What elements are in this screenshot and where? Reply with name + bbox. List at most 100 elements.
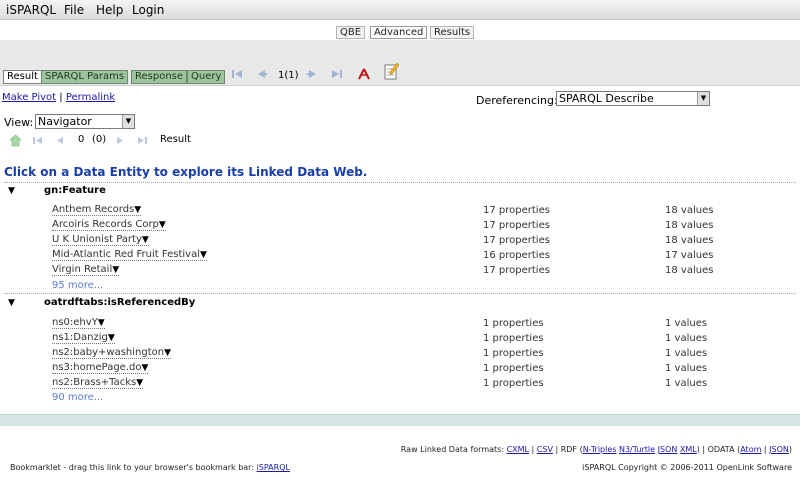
links-row: Make Pivot | Permalink: [2, 92, 115, 103]
entity-properties: 1 properties: [483, 363, 544, 374]
entity-values: 1 values: [665, 378, 708, 389]
graph-icon[interactable]: [357, 67, 371, 81]
entity-link[interactable]: Anthem Records▼: [52, 204, 142, 216]
entity-link[interactable]: ns1:Danzig▼: [52, 332, 115, 344]
entity-link[interactable]: Arcoiris Records Corp▼: [52, 219, 166, 231]
menu-app[interactable]: iSPARQL: [6, 3, 56, 17]
dereferencing-label: Dereferencing:: [476, 94, 558, 107]
entity-link[interactable]: ns0:ehvY▼: [52, 317, 105, 329]
csv-link[interactable]: CSV: [537, 445, 553, 454]
menu-help[interactable]: Help: [96, 3, 123, 17]
more-link[interactable]: 90 more...: [52, 392, 103, 403]
first-result-icon[interactable]: [31, 134, 44, 147]
result-index: 0: [78, 134, 85, 145]
tab-response[interactable]: Response: [131, 70, 188, 84]
raw-formats-row: Raw Linked Data formats: CXML | CSV | RD…: [401, 445, 792, 454]
entity-properties: 1 properties: [483, 348, 544, 359]
bookmarklet-link[interactable]: iSPARQL: [257, 463, 290, 472]
dereferencing-value: SPARQL Describe: [559, 92, 654, 105]
entity-link[interactable]: Mid-Atlantic Red Fruit Festival▼: [52, 249, 207, 261]
chevron-down-icon: ▼: [697, 92, 709, 105]
entity-name: ns2:Brass+Tacks: [52, 377, 137, 388]
bookmarklet-row: Bookmarklet - drag this link to your bro…: [10, 463, 290, 472]
permalink-link[interactable]: Permalink: [66, 92, 115, 103]
entity-name: Virgin Retail: [52, 264, 113, 275]
entity-values: 18 values: [665, 220, 714, 231]
view-select[interactable]: Navigator ▼: [35, 114, 135, 129]
json-link[interactable]: JSON: [658, 445, 678, 454]
dropdown-icon[interactable]: ▼: [136, 378, 143, 388]
entity-link[interactable]: ns2:baby+washington▼: [52, 347, 172, 359]
view-label: View:: [4, 116, 34, 129]
tab-query[interactable]: Query: [187, 70, 226, 84]
tab-sparql-params[interactable]: SPARQL Params: [41, 70, 129, 84]
page-count: 1(1): [278, 70, 299, 81]
cxml-link[interactable]: CXML: [507, 445, 529, 454]
prev-page-icon[interactable]: [254, 67, 268, 81]
entity-properties: 16 properties: [483, 250, 550, 261]
entity-values: 1 values: [665, 318, 708, 329]
result-label: Result: [160, 134, 191, 145]
group-header-gn-feature[interactable]: ▼ gn:Feature: [8, 185, 106, 196]
entity-values: 1 values: [665, 363, 708, 374]
last-result-icon[interactable]: [136, 134, 149, 147]
group-header-is-referenced-by[interactable]: ▼ oatrdftabs:isReferencedBy: [8, 297, 195, 308]
xml-link[interactable]: XML: [680, 445, 697, 454]
bookmarklet-text: Bookmarklet - drag this link to your bro…: [10, 463, 255, 472]
entity-properties: 17 properties: [483, 235, 550, 246]
entity-name: ns0:ehvY: [52, 317, 98, 328]
atom-link[interactable]: Atom: [740, 445, 761, 454]
menu-login[interactable]: Login: [132, 3, 164, 17]
home-icon[interactable]: [9, 134, 22, 147]
entity-values: 18 values: [665, 265, 714, 276]
page-headline: Click on a Data Entity to explore its Li…: [4, 165, 368, 179]
entity-properties: 1 properties: [483, 333, 544, 344]
dropdown-icon[interactable]: ▼: [112, 265, 119, 275]
next-result-icon[interactable]: [114, 134, 127, 147]
edit-icon[interactable]: [384, 62, 400, 80]
entity-name: ns3:homePage.do: [52, 362, 142, 373]
link-separator: |: [59, 92, 63, 103]
dropdown-icon[interactable]: ▼: [141, 363, 148, 373]
ntriples-link[interactable]: N-Triples: [583, 445, 617, 454]
entity-link[interactable]: Virgin Retail▼: [52, 264, 120, 276]
make-pivot-link[interactable]: Make Pivot: [2, 92, 56, 103]
entity-link[interactable]: ns2:Brass+Tacks▼: [52, 377, 144, 389]
tab-result[interactable]: Result: [3, 70, 42, 84]
copyright: iSPARQL Copyright © 2006-2011 OpenLink S…: [582, 463, 792, 472]
collapse-triangle-icon[interactable]: ▼: [8, 298, 44, 308]
dropdown-icon[interactable]: ▼: [159, 220, 166, 230]
menu-file[interactable]: File: [64, 3, 84, 17]
divider: [4, 293, 796, 294]
chevron-down-icon: ▼: [122, 115, 134, 128]
last-page-icon[interactable]: [330, 67, 344, 81]
divider: [4, 182, 796, 183]
dropdown-icon[interactable]: ▼: [142, 235, 149, 245]
n3-turtle-link[interactable]: N3/Turtle: [619, 445, 655, 454]
dropdown-icon[interactable]: ▼: [134, 205, 141, 215]
dropdown-icon[interactable]: ▼: [200, 250, 207, 260]
group-title: gn:Feature: [44, 185, 106, 196]
more-link[interactable]: 95 more...: [52, 280, 103, 291]
collapse-triangle-icon[interactable]: ▼: [8, 186, 44, 196]
rdf-label: | RDF (: [552, 445, 583, 454]
dropdown-icon[interactable]: ▼: [164, 348, 171, 358]
advanced-button[interactable]: Advanced: [370, 26, 428, 39]
entity-properties: 17 properties: [483, 265, 550, 276]
first-page-icon[interactable]: [230, 67, 244, 81]
entity-link[interactable]: ns3:homePage.do▼: [52, 362, 149, 374]
odata-json-link[interactable]: JSON: [769, 445, 789, 454]
dropdown-icon[interactable]: ▼: [98, 318, 105, 328]
next-page-icon[interactable]: [306, 67, 320, 81]
qbe-button[interactable]: QBE: [336, 26, 366, 39]
entity-properties: 17 properties: [483, 205, 550, 216]
entity-values: 1 values: [665, 333, 708, 344]
view-value: Navigator: [38, 115, 92, 128]
results-button[interactable]: Results: [430, 26, 475, 39]
prev-result-icon[interactable]: [53, 134, 66, 147]
raw-formats-label: Raw Linked Data formats:: [400, 445, 505, 454]
dropdown-icon[interactable]: ▼: [108, 333, 115, 343]
dereferencing-select[interactable]: SPARQL Describe ▼: [556, 91, 710, 106]
entity-link[interactable]: U K Unionist Party▼: [52, 234, 149, 246]
group-title: oatrdftabs:isReferencedBy: [44, 297, 196, 308]
